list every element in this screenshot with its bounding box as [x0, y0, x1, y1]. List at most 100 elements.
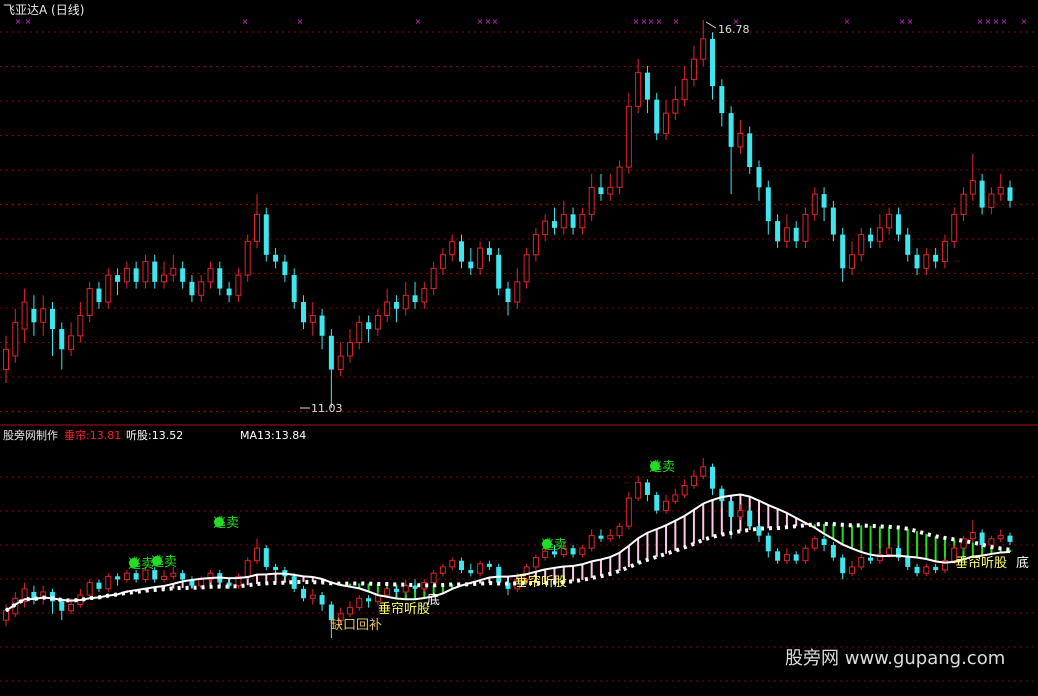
sub-candle-body: [430, 572, 437, 584]
sub-candle-body: [96, 582, 102, 589]
svg-text:逃卖: 逃卖: [151, 555, 177, 570]
candle-body: [532, 234, 539, 256]
sub-candle-body: [905, 557, 911, 567]
candle-body: [123, 267, 130, 283]
candle-body: [21, 301, 28, 330]
sub-candle-body: [384, 588, 391, 596]
signal-sell-3: 逃卖: [213, 516, 239, 531]
candle-body: [49, 308, 55, 330]
candle-body: [625, 105, 632, 168]
sub-candle-body: [254, 547, 260, 562]
candle-body: [923, 254, 930, 269]
candle-body: [319, 315, 325, 336]
candle-body: [560, 213, 567, 229]
candle-body: [486, 248, 492, 255]
low-label: 11.03: [311, 402, 343, 415]
sub-candle-body: [198, 578, 205, 587]
sub-candle-body: [263, 548, 269, 567]
candle-body: [969, 180, 976, 195]
signal-bottom-2: 底: [1016, 555, 1029, 571]
sub-candle-body: [690, 475, 697, 487]
sub-candle-body: [598, 535, 604, 539]
candle-body: [477, 247, 484, 269]
candle-body: [811, 193, 818, 215]
candle-body: [449, 240, 456, 256]
candle-body: [895, 214, 901, 235]
candle-body: [914, 254, 920, 269]
sub-candle-body: [848, 566, 855, 574]
sub-candle-body: [439, 566, 446, 574]
marker-x: ×: [25, 17, 32, 26]
sub-candle-body: [728, 501, 734, 517]
sub-candle-body: [115, 576, 121, 580]
sub-candle-body: [449, 560, 456, 568]
candle-body: [876, 227, 883, 242]
candle-body: [384, 301, 391, 317]
candle-body: [12, 321, 19, 357]
candle-body: [300, 302, 306, 323]
sub-candle-body: [840, 557, 846, 574]
candle-body: [142, 261, 149, 283]
sub-candle-body: [747, 510, 753, 527]
marker-x: ×: [242, 17, 249, 26]
candle-body: [616, 166, 623, 188]
candle-body: [133, 268, 139, 282]
sub-candle-body: [532, 557, 539, 568]
candle-body: [263, 214, 269, 255]
sub-candle-body: [180, 573, 186, 580]
sub-candle-body: [914, 566, 920, 574]
sub-candle-body: [802, 547, 809, 562]
candle-body: [244, 240, 251, 276]
marker-x: ×: [297, 17, 304, 26]
sub-candle-body: [765, 535, 771, 552]
candle-body: [933, 254, 939, 262]
sub-candle-body: [59, 601, 65, 611]
signal-sell-4: 逃卖: [541, 538, 567, 553]
candle-body: [710, 38, 716, 87]
candle-body: [588, 186, 595, 215]
signal-bottom-1: 底: [427, 592, 440, 608]
candle-body: [115, 275, 121, 282]
sub-candle-body: [319, 595, 325, 605]
marker-x: ×: [15, 17, 22, 26]
candle-body: [170, 267, 177, 276]
sub-candle-body: [3, 610, 9, 621]
sub-candle-body: [783, 553, 790, 562]
sub-candle-body: [737, 510, 744, 518]
candle-body: [40, 308, 47, 323]
sub-candle-body: [68, 604, 75, 612]
sub-candle-body: [868, 557, 874, 561]
sub-candle-body: [496, 566, 502, 583]
candle-body: [821, 194, 827, 208]
sub-candle-body: [244, 560, 251, 577]
marker-x: ×: [648, 17, 655, 26]
candle-body: [868, 234, 874, 242]
sub-candle-body: [681, 485, 688, 496]
signal-curtain-3: 垂帘听股: [955, 555, 1007, 571]
candle-body: [690, 58, 697, 80]
candle-body: [439, 254, 446, 269]
candle-body: [226, 288, 232, 296]
marker-x: ×: [977, 17, 984, 26]
sub-candle-body: [700, 466, 707, 477]
chart-title: 飞亚达A (日线): [3, 3, 84, 17]
candle-body: [505, 288, 511, 303]
marker-x: ×: [477, 17, 484, 26]
signal-curtain-2: 垂帘听股: [515, 574, 567, 590]
marker-x: ×: [844, 17, 851, 26]
candle-body: [309, 315, 316, 323]
sub-candle-body: [969, 532, 976, 540]
sub-candle-body: [811, 538, 818, 549]
candle-body: [644, 72, 650, 100]
candle-body: [421, 288, 428, 303]
svg-text:逃卖: 逃卖: [541, 538, 567, 553]
candle-body: [282, 261, 288, 276]
svg-text:逃卖: 逃卖: [213, 516, 239, 531]
sub-candle-body: [821, 538, 827, 546]
candle-body: [514, 281, 521, 303]
candle-body: [1007, 187, 1013, 201]
sub-candle-body: [663, 500, 670, 512]
candle-body: [719, 86, 725, 114]
candle-body: [412, 295, 418, 303]
watermark: 股旁网 www.gupang.com: [785, 648, 1005, 669]
